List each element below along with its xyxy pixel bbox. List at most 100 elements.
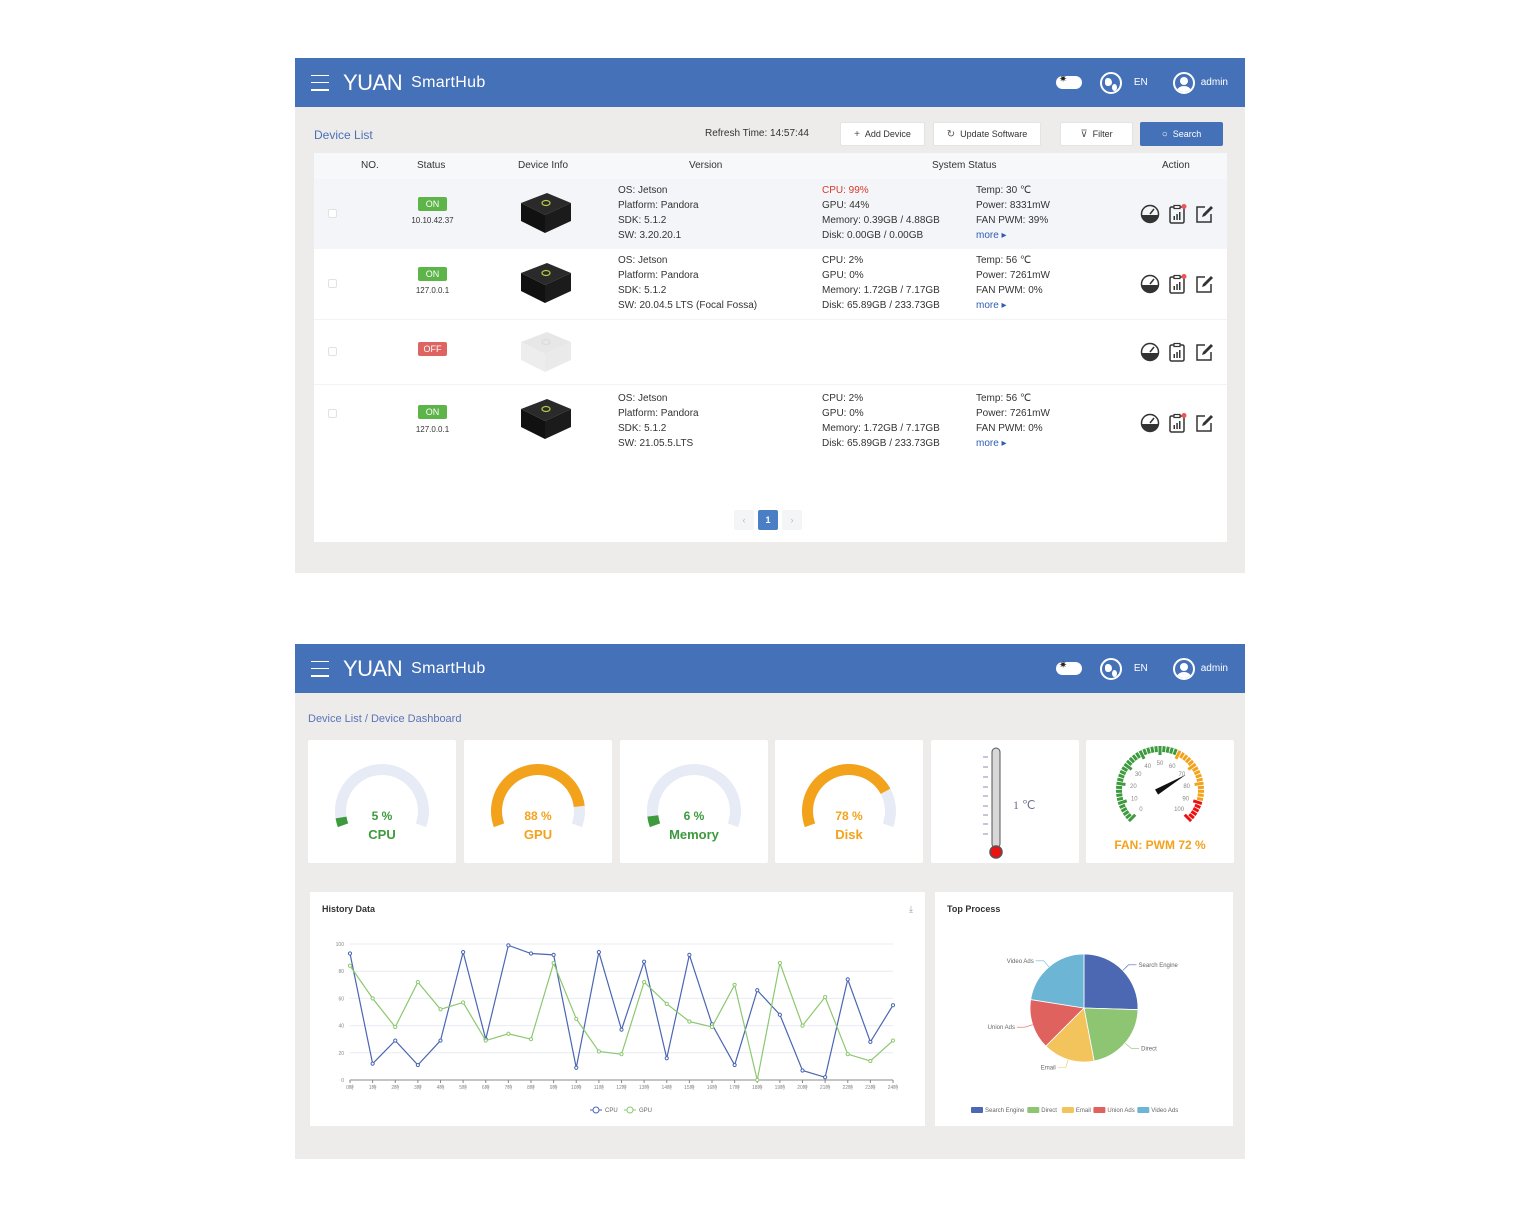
report-clipboard-icon[interactable] <box>1167 204 1187 224</box>
update-software-button[interactable]: ↻ Update Software <box>933 122 1041 146</box>
fan-scale-tick <box>1120 806 1128 813</box>
dashboard-gauge-icon[interactable] <box>1140 274 1160 294</box>
theme-toggle[interactable] <box>1055 74 1082 89</box>
fan-scale-tick <box>1142 748 1148 756</box>
row-checkbox[interactable] <box>328 347 337 356</box>
fan-pwm-label: FAN: PWM 72 % <box>1114 838 1206 852</box>
cpu-data-point <box>574 1065 579 1070</box>
globe-icon[interactable] <box>1099 71 1122 94</box>
version-info: OS: Jetson Platform: Pandora SDK: 5.1.2 SW:… <box>618 185 699 241</box>
more-link[interactable]: more ▸ <box>976 436 1050 451</box>
search-button[interactable]: ○ Search <box>1140 122 1223 146</box>
fan-needle <box>1155 774 1186 795</box>
filter-button[interactable]: ⊽ Filter <box>1060 122 1133 146</box>
dashboard-gauge-icon[interactable] <box>1140 204 1160 224</box>
column-header-version: Version <box>689 160 723 171</box>
fan-tick-label: 10 <box>1131 796 1138 802</box>
fan-scale-tick <box>1190 810 1198 816</box>
y-tick-label: 100 <box>336 942 345 948</box>
fan-scale-tick <box>1117 777 1124 783</box>
legend-marker <box>592 1106 600 1114</box>
user-avatar-icon[interactable] <box>1172 71 1195 94</box>
fan-scale-tick <box>1119 803 1126 809</box>
breadcrumb[interactable]: Device List / Device Dashboard <box>308 713 461 725</box>
row-checkbox[interactable] <box>328 279 337 288</box>
edit-icon[interactable] <box>1194 274 1214 294</box>
dashboard-gauge-icon[interactable] <box>1140 342 1160 362</box>
x-tick-label: 12時 <box>616 1085 627 1091</box>
legend-swatch <box>1027 1107 1040 1113</box>
fan-scale-tick <box>1128 756 1136 764</box>
disk-gauge-value: 78 % <box>835 809 863 823</box>
cpu-data-point <box>687 952 692 957</box>
fan-scale-tick <box>1135 752 1141 759</box>
gpu-data-point <box>642 979 647 985</box>
cpu-data-point <box>868 1039 873 1045</box>
top-process-pie-chart: Search Engine Direct Email Union Ads Video A… <box>971 953 1179 1114</box>
system-usage: CPU: 2% GPU: 0% Memory: 1.72GB / 7.17GB Dis… <box>822 393 940 449</box>
table-row[interactable]: ON 10.10.42.37 OS: Jetson Platform: Pando… <box>314 179 1227 249</box>
brand-subtitle: SmartHub <box>411 659 486 677</box>
table-row[interactable]: ON 127.0.0.1 OS: Jetson Platform: Pandora… <box>314 384 1227 454</box>
edit-icon[interactable] <box>1194 342 1214 362</box>
next-page-button[interactable]: › <box>782 510 802 530</box>
gpu-gauge-card: 88 % GPU <box>464 740 612 863</box>
pagination: ‹ 1 › <box>734 510 802 530</box>
globe-icon[interactable] <box>1099 657 1122 680</box>
device-image <box>521 263 571 303</box>
page-button-1[interactable]: 1 <box>758 510 778 530</box>
add-device-button[interactable]: + Add Device <box>840 122 925 146</box>
table-row[interactable]: OFF <box>314 319 1227 384</box>
fan-scale-tick <box>1119 769 1127 776</box>
language-selector[interactable]: EN <box>1134 77 1148 88</box>
legend-swatch <box>1093 1107 1106 1113</box>
fan-scale-tick <box>1182 754 1189 761</box>
username[interactable]: admin <box>1201 663 1228 674</box>
fan-scale-tick <box>1196 796 1204 802</box>
disk-gauge-card: 78 % Disk <box>775 740 923 863</box>
language-selector[interactable]: EN <box>1134 663 1148 674</box>
row-checkbox[interactable] <box>328 209 337 218</box>
cpu-data-point <box>551 952 556 957</box>
report-clipboard-icon[interactable] <box>1167 342 1187 362</box>
gpu-series-line <box>349 960 894 1081</box>
row-checkbox[interactable] <box>328 409 337 418</box>
theme-toggle[interactable] <box>1055 660 1082 675</box>
refresh-time: Refresh Time: 14:57:44 <box>705 128 809 139</box>
menu-icon[interactable] <box>311 660 329 677</box>
device-list-screen: YUAN SmartHub EN admin Device List Refre… <box>295 58 1245 573</box>
x-tick-label: 3時 <box>414 1085 422 1091</box>
column-header-status: Status <box>417 160 446 171</box>
gpu-data-point <box>777 960 782 966</box>
x-tick-label: 22時 <box>842 1085 853 1091</box>
report-clipboard-icon[interactable] <box>1167 274 1187 294</box>
gpu-data-point <box>528 1037 534 1042</box>
edit-icon[interactable] <box>1194 204 1214 224</box>
edit-icon[interactable] <box>1194 413 1214 433</box>
page-title[interactable]: Device List <box>314 128 373 142</box>
legend-swatch <box>1137 1107 1150 1113</box>
system-sensors: Temp: 30 ℃ Power: 8331mW FAN PWM: 39% more … <box>976 185 1050 243</box>
more-link[interactable]: more ▸ <box>976 298 1050 313</box>
gpu-data-point <box>664 1001 669 1006</box>
cpu-data-point <box>642 959 647 964</box>
report-clipboard-icon[interactable] <box>1167 413 1187 433</box>
row-actions <box>1140 274 1214 294</box>
user-avatar-icon[interactable] <box>1172 657 1195 680</box>
cpu-data-point <box>596 950 601 955</box>
dashboard-gauge-icon[interactable] <box>1140 413 1160 433</box>
cpu-data-point <box>438 1038 443 1043</box>
fan-scale-tick <box>1192 799 1203 806</box>
menu-icon[interactable] <box>311 74 329 91</box>
cpu-data-point <box>370 1061 375 1066</box>
more-link[interactable]: more ▸ <box>976 228 1050 243</box>
prev-page-button[interactable]: ‹ <box>734 510 754 530</box>
x-tick-label: 1時 <box>369 1085 377 1091</box>
fan-tick-label: 100 <box>1174 807 1185 813</box>
fan-tick-label: 30 <box>1135 772 1142 778</box>
cpu-data-point <box>664 1056 669 1061</box>
fan-scale-tick <box>1187 759 1194 766</box>
fan-scale-tick <box>1184 756 1192 764</box>
table-row[interactable]: ON 127.0.0.1 OS: Jetson Platform: Pandora… <box>314 249 1227 319</box>
username[interactable]: admin <box>1201 77 1228 88</box>
